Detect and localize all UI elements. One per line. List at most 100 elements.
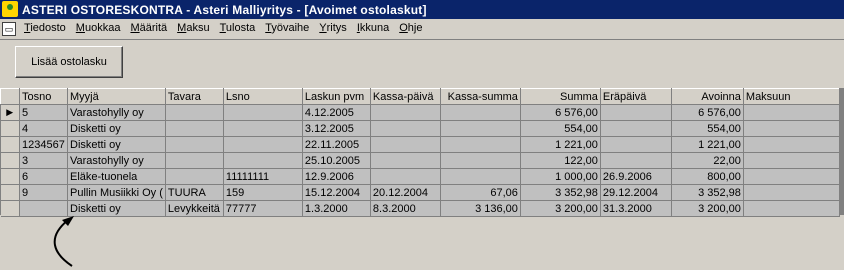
table-cell[interactable]: 8.3.2000: [370, 200, 441, 217]
table-cell[interactable]: 1 221,00: [520, 136, 601, 153]
table-cell[interactable]: Varastohylly oy: [67, 104, 166, 121]
table-cell[interactable]: 3: [19, 152, 68, 169]
menu-item-yritys[interactable]: Yritys: [319, 22, 353, 34]
column-header[interactable]: Myyjä: [67, 88, 166, 105]
table-cell[interactable]: 77777: [223, 200, 303, 217]
table-cell[interactable]: [743, 184, 840, 201]
table-cell[interactable]: 31.3.2000: [600, 200, 672, 217]
menu-item-maksu[interactable]: Maksu: [177, 22, 215, 34]
table-cell[interactable]: 1 000,00: [520, 168, 601, 185]
table-cell[interactable]: Levykkeitä: [165, 200, 224, 217]
table-cell[interactable]: [600, 136, 672, 153]
column-header[interactable]: Maksuun: [742, 88, 840, 105]
table-cell[interactable]: 1.3.2000: [302, 200, 371, 217]
menu-item-ikkuna[interactable]: Ikkuna: [357, 22, 395, 34]
table-cell[interactable]: 159: [223, 184, 303, 201]
column-header[interactable]: Tosno: [19, 88, 68, 105]
table-cell[interactable]: 3 352,98: [671, 184, 744, 201]
table-cell[interactable]: [165, 136, 224, 153]
menu-item-tulosta[interactable]: Tulosta: [220, 22, 262, 34]
table-cell[interactable]: Eläke-tuonela: [67, 168, 166, 185]
table-cell[interactable]: 5: [19, 104, 68, 121]
table-cell[interactable]: Pullin Musiikki Oy (: [67, 184, 166, 201]
table-cell[interactable]: 1234567: [19, 136, 68, 153]
table-cell[interactable]: 3 200,00: [520, 200, 601, 217]
table-cell[interactable]: Disketti oy: [67, 120, 166, 137]
table-cell[interactable]: [370, 152, 441, 169]
table-cell[interactable]: [743, 104, 840, 121]
table-cell[interactable]: [440, 152, 521, 169]
column-header[interactable]: Laskun pvm: [301, 88, 371, 105]
menu-item-tiedosto[interactable]: Tiedosto: [24, 22, 72, 34]
column-header[interactable]: Lsno: [222, 88, 303, 105]
column-header[interactable]: Summa: [519, 88, 601, 105]
table-cell[interactable]: [370, 120, 441, 137]
current-row-indicator[interactable]: ▶: [0, 104, 20, 121]
table-cell[interactable]: [440, 168, 521, 185]
row-header[interactable]: [0, 168, 20, 185]
table-row[interactable]: Disketti oy Levykkeitä 77777 1.3.2000 8.3.20…: [0, 200, 840, 217]
row-header[interactable]: [0, 200, 20, 217]
table-cell[interactable]: [743, 120, 840, 137]
row-header[interactable]: [0, 184, 20, 201]
table-cell[interactable]: [223, 136, 303, 153]
table-cell[interactable]: 122,00: [520, 152, 601, 169]
column-header[interactable]: Tavara: [164, 88, 224, 105]
table-cell[interactable]: 25.10.2005: [302, 152, 371, 169]
add-invoice-button[interactable]: Lisää ostolasku: [15, 46, 123, 78]
menu-item-työvaihe[interactable]: Työvaihe: [265, 22, 315, 34]
table-cell[interactable]: [743, 136, 840, 153]
table-cell[interactable]: [223, 152, 303, 169]
table-cell[interactable]: 67,06: [440, 184, 521, 201]
table-cell[interactable]: [600, 120, 672, 137]
row-header[interactable]: [0, 120, 20, 137]
table-cell[interactable]: [223, 120, 303, 137]
table-cell[interactable]: [440, 104, 521, 121]
table-row[interactable]: 9 Pullin Musiikki Oy (TUURA 159 15.12.2004 2…: [0, 184, 840, 201]
table-cell[interactable]: [165, 104, 224, 121]
menu-item-muokkaa[interactable]: Muokkaa: [76, 22, 127, 34]
table-cell[interactable]: 6 576,00: [671, 104, 744, 121]
table-cell[interactable]: [743, 200, 840, 217]
menu-item-määritä[interactable]: Määritä: [130, 22, 173, 34]
table-cell[interactable]: Disketti oy: [67, 136, 166, 153]
table-row[interactable]: 6 Eläke-tuonela 11111111 12.9.2006 1 000,00 2…: [0, 168, 840, 185]
table-cell[interactable]: 12.9.2006: [302, 168, 371, 185]
table-cell[interactable]: 6: [19, 168, 68, 185]
table-cell[interactable]: 26.9.2006: [600, 168, 672, 185]
table-cell[interactable]: 11111111: [223, 168, 303, 185]
row-header[interactable]: [0, 152, 20, 169]
table-cell[interactable]: 20.12.2004: [370, 184, 441, 201]
table-cell[interactable]: 22,00: [671, 152, 744, 169]
table-cell[interactable]: [165, 168, 224, 185]
table-cell[interactable]: TUURA: [165, 184, 224, 201]
table-cell[interactable]: 4.12.2005: [302, 104, 371, 121]
table-row[interactable]: 4 Disketti oy 3.12.2005 554,00 554,00: [0, 120, 840, 137]
row-header[interactable]: [0, 136, 20, 153]
table-cell[interactable]: 9: [19, 184, 68, 201]
table-cell[interactable]: 800,00: [671, 168, 744, 185]
table-cell[interactable]: Varastohylly oy: [67, 152, 166, 169]
table-cell[interactable]: 22.11.2005: [302, 136, 371, 153]
column-header[interactable]: Eräpäivä: [599, 88, 672, 105]
table-cell[interactable]: [165, 152, 224, 169]
table-cell[interactable]: 1 221,00: [671, 136, 744, 153]
menu-item-ohje[interactable]: Ohje: [399, 22, 428, 34]
table-cell[interactable]: 6 576,00: [520, 104, 601, 121]
table-cell[interactable]: [370, 136, 441, 153]
document-icon[interactable]: ▭: [2, 22, 16, 36]
table-cell[interactable]: [370, 168, 441, 185]
table-cell[interactable]: [440, 136, 521, 153]
table-cell[interactable]: [600, 104, 672, 121]
column-header[interactable]: Avoinna: [670, 88, 744, 105]
table-cell[interactable]: 3 136,00: [440, 200, 521, 217]
table-cell[interactable]: [440, 120, 521, 137]
table-cell[interactable]: 554,00: [671, 120, 744, 137]
table-cell[interactable]: 3 200,00: [671, 200, 744, 217]
table-cell[interactable]: [743, 152, 840, 169]
table-row[interactable]: 1234567 Disketti oy 22.11.2005 1 221,00 1 22…: [0, 136, 840, 153]
table-cell[interactable]: 15.12.2004: [302, 184, 371, 201]
column-header[interactable]: Kassa-summa: [439, 88, 521, 105]
table-cell[interactable]: 554,00: [520, 120, 601, 137]
table-cell[interactable]: 3 352,98: [520, 184, 601, 201]
